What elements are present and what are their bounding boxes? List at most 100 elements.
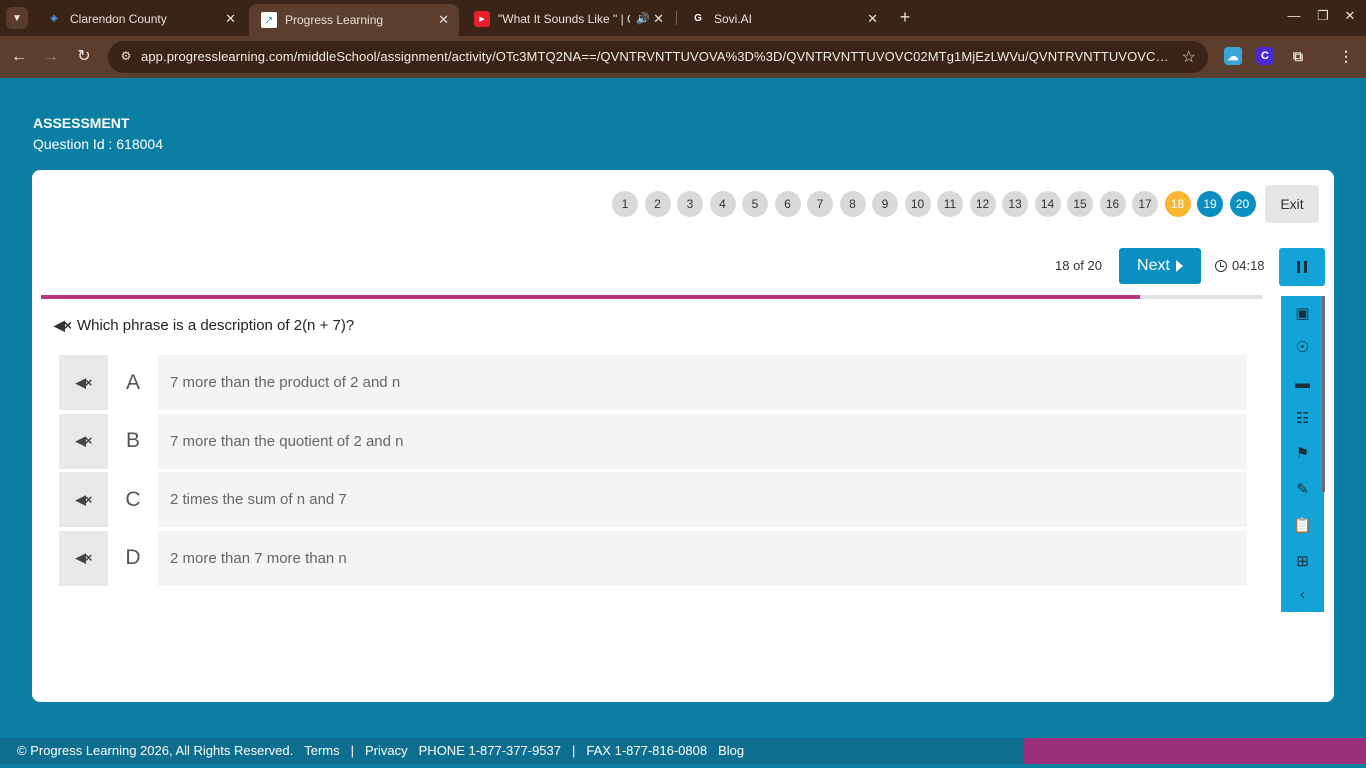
audio-playing-icon[interactable]: 🔊 [636, 12, 650, 25]
footer-terms-link[interactable]: Terms [304, 743, 339, 758]
question-id: Question Id : 618004 [33, 136, 163, 152]
question-text: Which phrase is a description of 2(n + 7… [76, 317, 355, 334]
answer-option-b[interactable]: ◀× B 7 more than the quotient of 2 and n [59, 413, 1247, 469]
question-number-5[interactable]: 5 [742, 191, 768, 217]
address-bar[interactable]: ⚙ app.progresslearning.com/middleSchool/… [108, 41, 1208, 73]
progress-learning-favicon-icon: ↗ [261, 12, 277, 28]
close-icon[interactable]: ✕ [653, 11, 664, 27]
exit-button[interactable]: Exit [1265, 185, 1319, 223]
footer-privacy-link[interactable]: Privacy [365, 743, 408, 758]
collapse-chevron-icon[interactable]: ‹ [1281, 583, 1324, 605]
cloud-extension-icon[interactable]: ☁ [1224, 47, 1242, 65]
window-close-button[interactable]: ✕ [1340, 8, 1360, 24]
browser-tab-sovi[interactable]: G Sovi.AI ✕ [678, 5, 888, 32]
answer-letter: A [108, 355, 158, 410]
question-number-18[interactable]: 18 [1164, 191, 1191, 217]
accessibility-icon[interactable]: ☉ [1281, 336, 1324, 358]
youtube-favicon-icon: ▶ [474, 10, 490, 27]
footer-phone: PHONE 1-877-377-9537 [418, 743, 561, 758]
question-number-17[interactable]: 17 [1132, 191, 1158, 217]
restore-button[interactable]: ❐ [1313, 8, 1333, 24]
next-label: Next [1137, 257, 1170, 274]
footer-links: © Progress Learning 2026, All Rights Res… [17, 743, 744, 758]
question-number-6[interactable]: 6 [774, 191, 801, 217]
add-note-icon[interactable]: ⊞ [1281, 550, 1324, 572]
bookmark-star-icon[interactable]: ☆ [1182, 47, 1196, 67]
mute-speaker-icon[interactable]: ◀× [59, 413, 108, 469]
forward-arrow-icon[interactable]: → [40, 46, 62, 68]
eliminate-icon[interactable]: ✎ [1281, 478, 1324, 500]
question-number-16[interactable]: 16 [1099, 191, 1126, 217]
mute-speaker-icon[interactable]: ◀× [54, 317, 72, 334]
answer-text: 2 more than 7 more than n [170, 549, 347, 567]
tab-title: Clarendon County [70, 11, 167, 26]
tools-panel-scrollbar[interactable] [1322, 296, 1325, 492]
question-number-20[interactable]: 20 [1229, 191, 1256, 217]
progress-bar [41, 295, 1262, 299]
pause-icon [1297, 261, 1300, 273]
mute-speaker-icon[interactable]: ◀× [59, 530, 108, 586]
url-text[interactable]: app.progresslearning.com/middleSchool/as… [141, 49, 1171, 64]
question-number-2[interactable]: 2 [644, 191, 671, 217]
progress-bar-fill [41, 295, 1140, 299]
question-number-7[interactable]: 7 [807, 191, 833, 217]
extensions-puzzle-icon[interactable]: ⧉ [1289, 47, 1307, 65]
footer-fax: FAX 1-877-816-0808 [586, 743, 708, 758]
close-icon[interactable]: ✕ [867, 11, 878, 27]
question-number-10[interactable]: 10 [904, 191, 931, 217]
back-arrow-icon[interactable]: ← [8, 46, 30, 68]
pause-button[interactable] [1279, 248, 1325, 286]
tab-title: Progress Learning [285, 13, 384, 27]
close-icon[interactable]: ✕ [225, 11, 236, 27]
page-title: ASSESSMENT [33, 115, 130, 131]
footer-separator: | [350, 743, 355, 758]
mute-speaker-icon[interactable]: ◀× [59, 355, 108, 410]
site-info-icon[interactable]: ⚙ [118, 49, 134, 65]
question-number-13[interactable]: 13 [1002, 191, 1028, 217]
tab-search-button[interactable]: ▼ [6, 7, 28, 29]
browser-tab-clarendon[interactable]: ◈ Clarendon County ✕ [34, 5, 246, 32]
question-number-11[interactable]: 11 [937, 191, 963, 217]
c-extension-icon[interactable]: C [1256, 47, 1274, 65]
notes-icon[interactable]: ☷ [1281, 407, 1324, 429]
timer: 04:18 [1215, 258, 1265, 273]
sovi-favicon-icon: G [694, 13, 702, 24]
clipboard-icon[interactable]: 📋 [1281, 514, 1324, 536]
question-number-12[interactable]: 12 [969, 191, 996, 217]
next-button[interactable]: Next [1119, 248, 1201, 284]
answer-option-d[interactable]: ◀× D 2 more than 7 more than n [59, 530, 1247, 586]
answer-list: ◀× A 7 more than the product of 2 and n … [59, 355, 1247, 589]
footer-accent-bar [1023, 738, 1366, 764]
question-prompt: ◀× Which phrase is a description of 2(n … [54, 317, 354, 334]
question-number-9[interactable]: 9 [872, 191, 898, 217]
browser-toolbar: ← → ↻ ⚙ app.progresslearning.com/middleS… [0, 36, 1366, 78]
progress-count: 18 of 20 [1055, 258, 1102, 273]
answer-option-a[interactable]: ◀× A 7 more than the product of 2 and n [59, 355, 1247, 410]
question-number-4[interactable]: 4 [709, 191, 736, 217]
mute-speaker-icon[interactable]: ◀× [59, 472, 108, 527]
question-number-1[interactable]: 1 [612, 191, 638, 217]
question-number-8[interactable]: 8 [839, 191, 866, 217]
clock-icon [1215, 259, 1227, 272]
question-number-14[interactable]: 14 [1034, 191, 1061, 217]
answer-letter: B [108, 413, 158, 469]
reload-icon[interactable]: ↻ [73, 46, 95, 68]
browser-menu-icon[interactable]: ⋮ [1337, 47, 1355, 65]
footer-blog-link[interactable]: Blog [718, 743, 744, 758]
save-icon[interactable]: ▣ [1281, 302, 1324, 324]
flag-icon[interactable]: ⚑ [1281, 442, 1324, 464]
browser-tab-progress-learning[interactable]: ↗ Progress Learning ✕ [249, 4, 459, 36]
new-tab-button[interactable]: + [895, 8, 915, 28]
answer-option-c[interactable]: ◀× C 2 times the sum of n and 7 [59, 472, 1247, 527]
line-reader-icon[interactable]: ▬ [1281, 372, 1324, 394]
question-number-3[interactable]: 3 [677, 191, 703, 217]
close-icon[interactable]: ✕ [438, 12, 449, 28]
play-arrow-icon [1175, 260, 1183, 272]
question-number-15[interactable]: 15 [1067, 191, 1093, 217]
minimize-button[interactable]: — [1284, 8, 1304, 23]
question-number-19[interactable]: 19 [1197, 191, 1223, 217]
tab-title: Sovi.AI [714, 11, 753, 26]
browser-tab-youtube[interactable]: ▶ "What It Sounds Like " | Offi 🔊 ✕ [462, 5, 674, 32]
browser-tab-strip: ▼ ◈ Clarendon County ✕ ↗ Progress Learni… [0, 0, 1366, 36]
answer-letter: C [108, 472, 158, 527]
